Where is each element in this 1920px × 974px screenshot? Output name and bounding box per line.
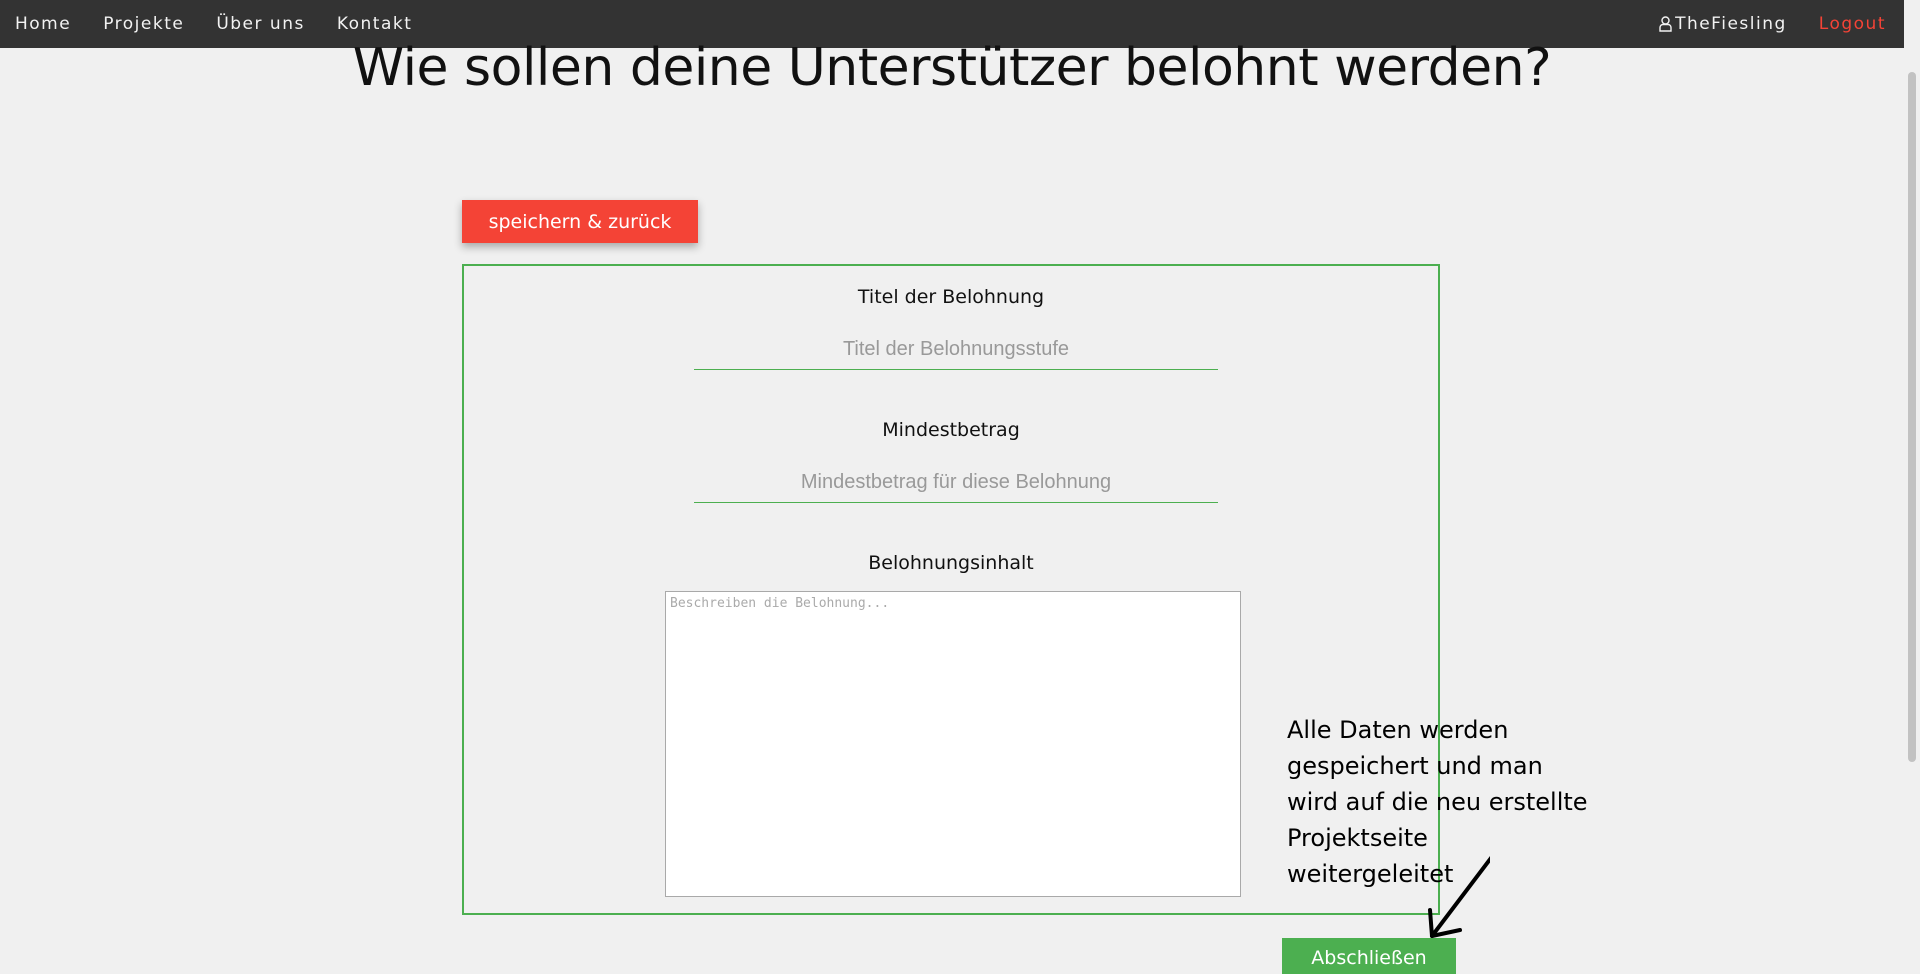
nav-logout[interactable]: Logout: [1819, 14, 1886, 34]
reward-title-label: Titel der Belohnung: [857, 286, 1045, 308]
arrow-annotation-icon: [1428, 855, 1490, 938]
page-scrollbar[interactable]: [1904, 0, 1920, 974]
nav-projekte[interactable]: Projekte: [103, 14, 184, 34]
page-title: Wie sollen deine Unterstützer belohnt we…: [352, 38, 1552, 98]
min-amount-input[interactable]: [694, 462, 1218, 503]
nav-username: TheFiesling: [1675, 14, 1787, 34]
nav-user-profile[interactable]: TheFiesling: [1659, 14, 1787, 34]
save-back-button[interactable]: speichern & zurück: [462, 200, 698, 243]
reward-content-textarea[interactable]: [665, 591, 1241, 897]
user-icon: [1659, 16, 1672, 32]
reward-title-input[interactable]: [694, 329, 1218, 370]
nav-home[interactable]: Home: [15, 14, 71, 34]
nav-kontakt[interactable]: Kontakt: [337, 14, 413, 34]
scrollbar-thumb[interactable]: [1908, 72, 1916, 762]
finish-button[interactable]: Abschließen: [1282, 938, 1456, 974]
annotation-line: gespeichert und man: [1287, 752, 1543, 780]
nav-ueber-uns[interactable]: Über uns: [216, 14, 305, 34]
annotation-line: Alle Daten werden: [1287, 716, 1509, 744]
min-amount-label: Mindestbetrag: [882, 419, 1020, 441]
annotation-line: wird auf die neu erstellte: [1287, 788, 1588, 816]
reward-content-label: Belohnungsinhalt: [868, 552, 1034, 574]
